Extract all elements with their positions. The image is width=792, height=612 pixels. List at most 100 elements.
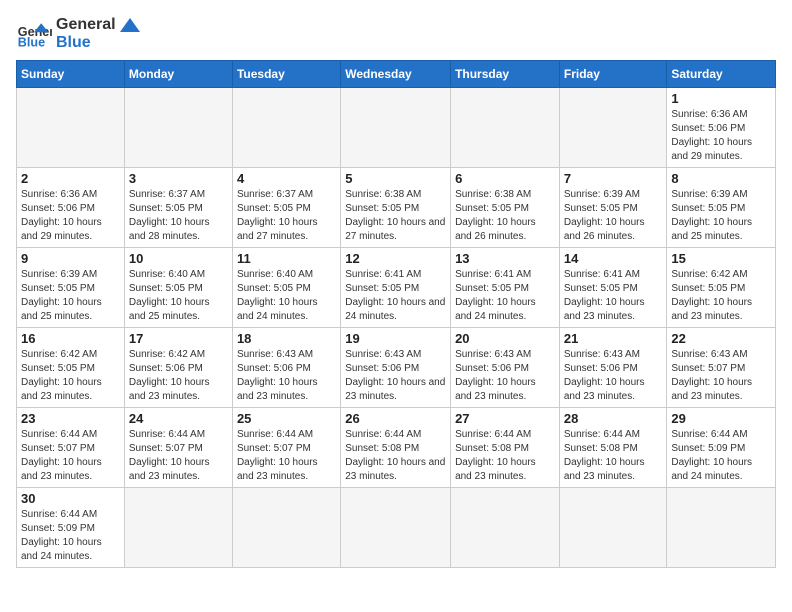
- calendar-cell: 12 Sunrise: 6:41 AM Sunset: 5:05 PM Dayli…: [341, 248, 451, 328]
- day-info: Sunrise: 6:44 AM Sunset: 5:07 PM Dayligh…: [129, 428, 228, 484]
- day-number: 26: [345, 411, 446, 426]
- calendar-cell: 18Sunrise: 6:43 AM Sunset: 5:06 PM Dayli…: [232, 328, 340, 408]
- day-info: Sunrise: 6:43 AM Sunset: 5:06 PM Dayligh…: [564, 348, 663, 404]
- day-info: Sunrise: 6:40 AM Sunset: 5:05 PM Dayligh…: [237, 268, 336, 324]
- weekday-header-sunday: Sunday: [17, 61, 125, 88]
- calendar-week-row-4: 16 Sunrise: 6:42 AM Sunset: 5:05 PM Dayli…: [17, 328, 776, 408]
- day-info: Sunrise: 6:36 AM Sunset: 5:06 PM Dayligh…: [21, 188, 120, 244]
- day-info: Sunrise: 6:41 AM Sunset: 5:05 PM Dayligh…: [564, 268, 663, 324]
- calendar-cell: 1Sunrise: 6:36 AM Sunset: 5:06 PM Daylig…: [667, 88, 776, 168]
- day-number: 11: [237, 251, 336, 266]
- day-number: 24: [129, 411, 228, 426]
- day-number: 17: [129, 331, 228, 346]
- day-number: 2: [21, 171, 120, 186]
- weekday-header-thursday: Thursday: [451, 61, 560, 88]
- day-info: Sunrise: 6:39 AM Sunset: 5:05 PM Dayligh…: [671, 188, 771, 244]
- day-number: 19: [345, 331, 446, 346]
- day-info: Sunrise: 6:37 AM Sunset: 5:05 PM Dayligh…: [237, 188, 336, 244]
- day-info: Sunrise: 6:42 AM Sunset: 5:05 PM Dayligh…: [21, 348, 120, 404]
- day-info: Sunrise: 6:44 AM Sunset: 5:07 PM Dayligh…: [237, 428, 336, 484]
- calendar-cell: 10Sunrise: 6:40 AM Sunset: 5:05 PM Dayli…: [124, 248, 232, 328]
- weekday-header-monday: Monday: [124, 61, 232, 88]
- day-number: 27: [455, 411, 555, 426]
- calendar-cell: 5 Sunrise: 6:38 AM Sunset: 5:05 PM Daylig…: [341, 168, 451, 248]
- logo-blue-text: Blue: [56, 34, 140, 52]
- calendar-cell: [341, 488, 451, 568]
- calendar-cell: 9 Sunrise: 6:39 AM Sunset: 5:05 PM Daylig…: [17, 248, 125, 328]
- calendar-week-row-6: 30 Sunrise: 6:44 AM Sunset: 5:09 PM Dayli…: [17, 488, 776, 568]
- calendar-cell: 3Sunrise: 6:37 AM Sunset: 5:05 PM Daylig…: [124, 168, 232, 248]
- calendar-cell: [559, 88, 667, 168]
- day-info: Sunrise: 6:38 AM Sunset: 5:05 PM Dayligh…: [455, 188, 555, 244]
- day-number: 14: [564, 251, 663, 266]
- calendar-week-row-5: 23Sunrise: 6:44 AM Sunset: 5:07 PM Dayli…: [17, 408, 776, 488]
- calendar-cell: 7Sunrise: 6:39 AM Sunset: 5:05 PM Daylig…: [559, 168, 667, 248]
- calendar-cell: [451, 88, 560, 168]
- day-info: Sunrise: 6:44 AM Sunset: 5:07 PM Dayligh…: [21, 428, 120, 484]
- day-number: 5: [345, 171, 446, 186]
- calendar-table: SundayMondayTuesdayWednesdayThursdayFrid…: [16, 60, 776, 568]
- day-number: 20: [455, 331, 555, 346]
- calendar-cell: 21 Sunrise: 6:43 AM Sunset: 5:06 PM Dayli…: [559, 328, 667, 408]
- weekday-header-saturday: Saturday: [667, 61, 776, 88]
- calendar-cell: 30 Sunrise: 6:44 AM Sunset: 5:09 PM Dayli…: [17, 488, 125, 568]
- day-info: Sunrise: 6:36 AM Sunset: 5:06 PM Dayligh…: [671, 108, 771, 164]
- calendar-cell: 29Sunrise: 6:44 AM Sunset: 5:09 PM Dayli…: [667, 408, 776, 488]
- calendar-week-row-2: 2 Sunrise: 6:36 AM Sunset: 5:06 PM Daylig…: [17, 168, 776, 248]
- day-number: 16: [21, 331, 120, 346]
- day-info: Sunrise: 6:42 AM Sunset: 5:06 PM Dayligh…: [129, 348, 228, 404]
- day-info: Sunrise: 6:41 AM Sunset: 5:05 PM Dayligh…: [455, 268, 555, 324]
- day-info: Sunrise: 6:44 AM Sunset: 5:08 PM Dayligh…: [345, 428, 446, 484]
- weekday-header-wednesday: Wednesday: [341, 61, 451, 88]
- day-info: Sunrise: 6:43 AM Sunset: 5:06 PM Dayligh…: [345, 348, 446, 404]
- day-number: 6: [455, 171, 555, 186]
- day-number: 21: [564, 331, 663, 346]
- day-info: Sunrise: 6:41 AM Sunset: 5:05 PM Dayligh…: [345, 268, 446, 324]
- calendar-cell: [124, 488, 232, 568]
- calendar-cell: 2 Sunrise: 6:36 AM Sunset: 5:06 PM Daylig…: [17, 168, 125, 248]
- calendar-cell: 13 Sunrise: 6:41 AM Sunset: 5:05 PM Dayli…: [451, 248, 560, 328]
- logo-general-text: General: [56, 16, 140, 34]
- day-info: Sunrise: 6:44 AM Sunset: 5:08 PM Dayligh…: [564, 428, 663, 484]
- day-number: 25: [237, 411, 336, 426]
- weekday-header-friday: Friday: [559, 61, 667, 88]
- calendar-cell: [341, 88, 451, 168]
- calendar-cell: 4 Sunrise: 6:37 AM Sunset: 5:05 PM Daylig…: [232, 168, 340, 248]
- day-info: Sunrise: 6:43 AM Sunset: 5:07 PM Dayligh…: [671, 348, 771, 404]
- calendar-cell: 22 Sunrise: 6:43 AM Sunset: 5:07 PM Dayli…: [667, 328, 776, 408]
- calendar-cell: 25 Sunrise: 6:44 AM Sunset: 5:07 PM Dayli…: [232, 408, 340, 488]
- calendar-cell: [451, 488, 560, 568]
- calendar-cell: 16 Sunrise: 6:42 AM Sunset: 5:05 PM Dayli…: [17, 328, 125, 408]
- day-info: Sunrise: 6:42 AM Sunset: 5:05 PM Dayligh…: [671, 268, 771, 324]
- day-number: 4: [237, 171, 336, 186]
- day-number: 3: [129, 171, 228, 186]
- calendar-week-row-3: 9 Sunrise: 6:39 AM Sunset: 5:05 PM Daylig…: [17, 248, 776, 328]
- calendar-cell: [232, 488, 340, 568]
- day-number: 30: [21, 491, 120, 506]
- weekday-header-row: SundayMondayTuesdayWednesdayThursdayFrid…: [17, 61, 776, 88]
- calendar-week-row-1: 1Sunrise: 6:36 AM Sunset: 5:06 PM Daylig…: [17, 88, 776, 168]
- day-number: 13: [455, 251, 555, 266]
- calendar-cell: 17 Sunrise: 6:42 AM Sunset: 5:06 PM Dayli…: [124, 328, 232, 408]
- day-number: 12: [345, 251, 446, 266]
- weekday-header-tuesday: Tuesday: [232, 61, 340, 88]
- calendar-cell: 6 Sunrise: 6:38 AM Sunset: 5:05 PM Daylig…: [451, 168, 560, 248]
- day-info: Sunrise: 6:43 AM Sunset: 5:06 PM Dayligh…: [237, 348, 336, 404]
- day-info: Sunrise: 6:38 AM Sunset: 5:05 PM Dayligh…: [345, 188, 446, 244]
- day-info: Sunrise: 6:44 AM Sunset: 5:09 PM Dayligh…: [21, 508, 120, 564]
- calendar-cell: 26 Sunrise: 6:44 AM Sunset: 5:08 PM Dayli…: [341, 408, 451, 488]
- calendar-cell: 8Sunrise: 6:39 AM Sunset: 5:05 PM Daylig…: [667, 168, 776, 248]
- logo-icon: General Blue: [16, 16, 52, 52]
- day-info: Sunrise: 6:44 AM Sunset: 5:08 PM Dayligh…: [455, 428, 555, 484]
- day-info: Sunrise: 6:44 AM Sunset: 5:09 PM Dayligh…: [671, 428, 771, 484]
- day-number: 22: [671, 331, 771, 346]
- calendar-cell: [232, 88, 340, 168]
- calendar-cell: 11 Sunrise: 6:40 AM Sunset: 5:05 PM Dayli…: [232, 248, 340, 328]
- day-info: Sunrise: 6:39 AM Sunset: 5:05 PM Dayligh…: [21, 268, 120, 324]
- calendar-cell: 28 Sunrise: 6:44 AM Sunset: 5:08 PM Dayli…: [559, 408, 667, 488]
- day-number: 9: [21, 251, 120, 266]
- day-info: Sunrise: 6:39 AM Sunset: 5:05 PM Dayligh…: [564, 188, 663, 244]
- day-number: 28: [564, 411, 663, 426]
- calendar-cell: [559, 488, 667, 568]
- calendar-cell: 19 Sunrise: 6:43 AM Sunset: 5:06 PM Dayli…: [341, 328, 451, 408]
